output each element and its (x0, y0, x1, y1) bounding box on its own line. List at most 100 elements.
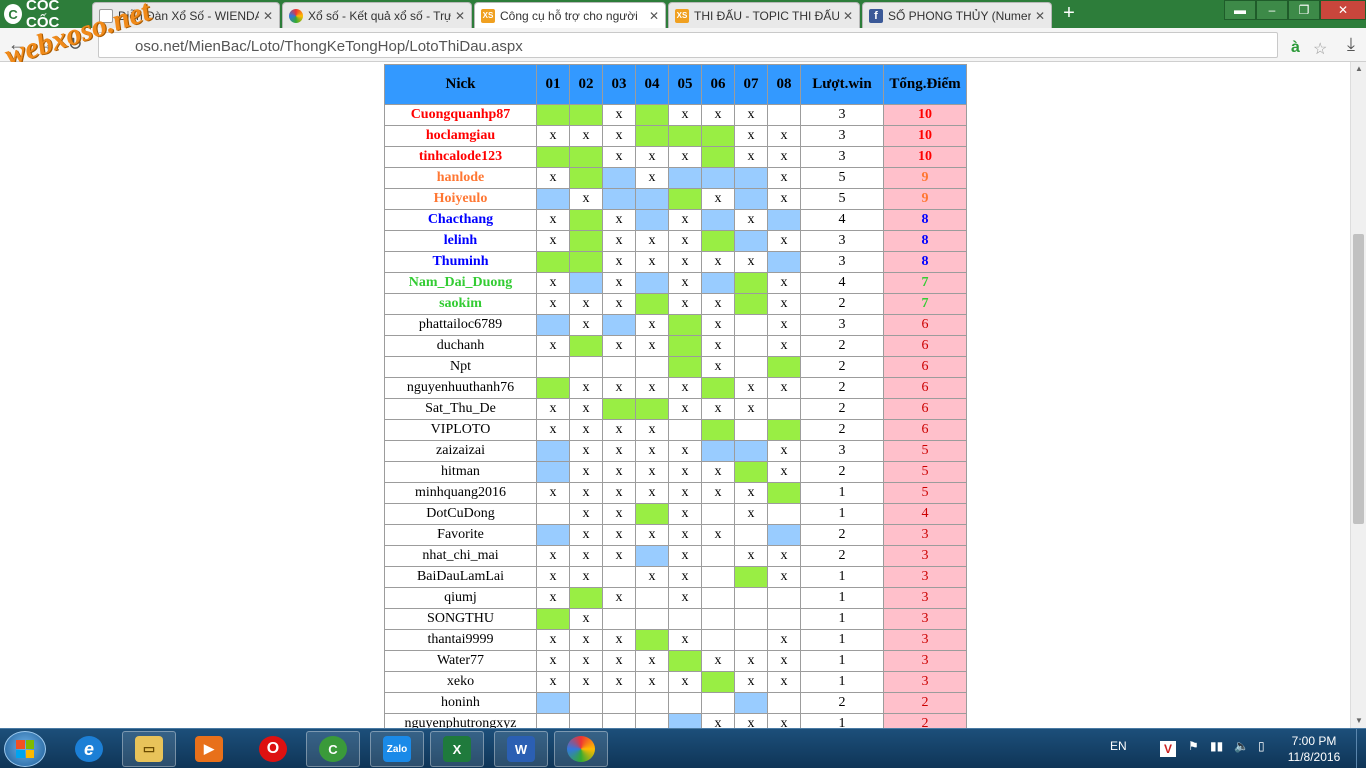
player-nick[interactable]: xeko (384, 671, 537, 693)
flag-icon[interactable]: ⚑ (1188, 739, 1199, 753)
player-nick[interactable]: honinh (384, 692, 537, 714)
result-cell: x (734, 398, 768, 420)
player-nick[interactable]: zaizaizai (384, 440, 537, 462)
player-nick[interactable]: Cuongquanhp87 (384, 104, 537, 126)
wins-count: 3 (800, 314, 884, 336)
minimize-button[interactable]: – (1256, 0, 1288, 20)
network-icon[interactable]: ▮▮ (1210, 739, 1223, 753)
tab-thi-dau[interactable]: XS THI ĐẤU - TOPIC THI ĐẤU ✕ (668, 2, 860, 28)
result-cell: x (668, 482, 702, 504)
tab-ket-qua[interactable]: Xổ số - Kết quả xổ số - Trự ✕ (282, 2, 472, 28)
translate-icon[interactable]: à (1291, 39, 1300, 57)
vietkey-icon[interactable]: V (1160, 741, 1176, 757)
player-nick[interactable]: VIPLOTO (384, 419, 537, 441)
taskbar-coccoc[interactable]: C (306, 731, 360, 767)
scroll-down-arrow-icon[interactable]: ▼ (1351, 714, 1366, 728)
result-cell: x (569, 608, 603, 630)
explorer-icon: ▭ (135, 736, 163, 762)
battery-icon[interactable]: ▯ (1258, 739, 1265, 753)
wins-count: 3 (800, 146, 884, 168)
result-cell: x (668, 209, 702, 231)
result-cell: x (701, 356, 735, 378)
taskbar-excel[interactable]: X (430, 731, 484, 767)
table-row: saokim x x x x x x 2 7 (384, 293, 967, 315)
result-cell (536, 608, 570, 630)
taskbar-word[interactable]: W (494, 731, 548, 767)
player-nick[interactable]: Favorite (384, 524, 537, 546)
language-indicator[interactable]: EN (1110, 739, 1127, 753)
result-cell (767, 251, 801, 273)
loto-results-table: Nick 01 02 03 04 05 06 07 08 Lượt.win Tổ… (384, 64, 967, 728)
close-window-button[interactable]: ✕ (1320, 0, 1366, 20)
player-nick[interactable]: minhquang2016 (384, 482, 537, 504)
close-icon[interactable]: ✕ (1035, 9, 1045, 23)
player-nick[interactable]: hanlode (384, 167, 537, 189)
scroll-up-arrow-icon[interactable]: ▲ (1351, 62, 1366, 76)
player-nick[interactable]: duchanh (384, 335, 537, 357)
result-cell: x (569, 566, 603, 588)
taskbar-paint[interactable] (554, 731, 608, 767)
close-icon[interactable]: ✕ (649, 9, 659, 23)
player-nick[interactable]: Sat_Thu_De (384, 398, 537, 420)
volume-icon[interactable]: 🔈 (1234, 739, 1249, 753)
player-nick[interactable]: SONGTHU (384, 608, 537, 630)
player-nick[interactable]: Npt (384, 356, 537, 378)
total-score: 3 (883, 545, 967, 567)
close-icon[interactable]: ✕ (263, 9, 273, 23)
start-button[interactable] (4, 731, 46, 767)
player-nick[interactable]: thantai9999 (384, 629, 537, 651)
player-nick[interactable]: lelinh (384, 230, 537, 252)
taskbar-opera[interactable]: O (246, 731, 300, 767)
player-nick[interactable]: tinhcalode123 (384, 146, 537, 168)
close-icon[interactable]: ✕ (843, 9, 853, 23)
player-nick[interactable]: Hoiyeulo (384, 188, 537, 210)
player-nick[interactable]: Thuminh (384, 251, 537, 273)
player-nick[interactable]: DotCuDong (384, 503, 537, 525)
taskbar-media-player[interactable]: ▶ (182, 731, 236, 767)
new-tab-button[interactable]: + (1060, 3, 1078, 23)
taskbar-zalo[interactable]: Zalo (370, 731, 424, 767)
result-cell (602, 188, 636, 210)
player-nick[interactable]: Nam_Dai_Duong (384, 272, 537, 294)
result-cell (734, 335, 768, 357)
total-score: 3 (883, 566, 967, 588)
player-nick[interactable]: nguyenhuuthanh76 (384, 377, 537, 399)
player-nick[interactable]: phattailoc6789 (384, 314, 537, 336)
result-cell: x (635, 461, 669, 483)
player-nick[interactable]: Water77 (384, 650, 537, 672)
show-desktop-button[interactable] (1356, 729, 1366, 768)
tab-strip: C CỐC CỐC Diễn Đàn Xổ Số - WIENDAN ✕ Xổ … (0, 0, 1366, 31)
result-cell (701, 377, 735, 399)
address-bar[interactable]: oso.net/MienBac/Loto/ThongKeTongHop/Loto… (98, 32, 1327, 58)
maximize-button[interactable]: ❐ (1288, 0, 1320, 20)
tab-so-phong-thuy[interactable]: f SỐ PHONG THỦY (Numer ✕ (862, 2, 1052, 28)
scrollbar-thumb[interactable] (1353, 234, 1364, 524)
bookmark-star-icon[interactable]: ☆ (1313, 39, 1327, 59)
result-cell (767, 524, 801, 546)
wins-count: 2 (800, 524, 884, 546)
wins-count: 1 (800, 713, 884, 728)
result-cell: x (767, 188, 801, 210)
vertical-scrollbar[interactable]: ▲ ▼ (1350, 62, 1366, 728)
player-nick[interactable]: BaiDauLamLai (384, 566, 537, 588)
tab-cong-cu[interactable]: XS Công cụ hỗ trợ cho người ✕ (474, 2, 666, 28)
result-cell (602, 713, 636, 728)
result-cell: x (602, 587, 636, 609)
window-menu-button[interactable]: ▬ (1224, 0, 1256, 20)
result-cell: x (635, 524, 669, 546)
player-nick[interactable]: nhat_chi_mai (384, 545, 537, 567)
result-cell: x (569, 377, 603, 399)
system-clock[interactable]: 7:00 PM 11/8/2016 (1274, 733, 1354, 765)
player-nick[interactable]: saokim (384, 293, 537, 315)
player-nick[interactable]: nguyenphutrongxyz (384, 713, 537, 728)
column-header: 02 (569, 64, 603, 105)
player-nick[interactable]: Chacthang (384, 209, 537, 231)
player-nick[interactable]: qiumj (384, 587, 537, 609)
close-icon[interactable]: ✕ (455, 9, 465, 23)
player-nick[interactable]: hoclamgiau (384, 125, 537, 147)
download-icon[interactable]: ⤓ (1340, 33, 1362, 55)
taskbar-explorer[interactable]: ▭ (122, 731, 176, 767)
table-row: qiumj x x x 1 3 (384, 587, 967, 609)
taskbar-ie[interactable]: e (62, 731, 116, 767)
player-nick[interactable]: hitman (384, 461, 537, 483)
